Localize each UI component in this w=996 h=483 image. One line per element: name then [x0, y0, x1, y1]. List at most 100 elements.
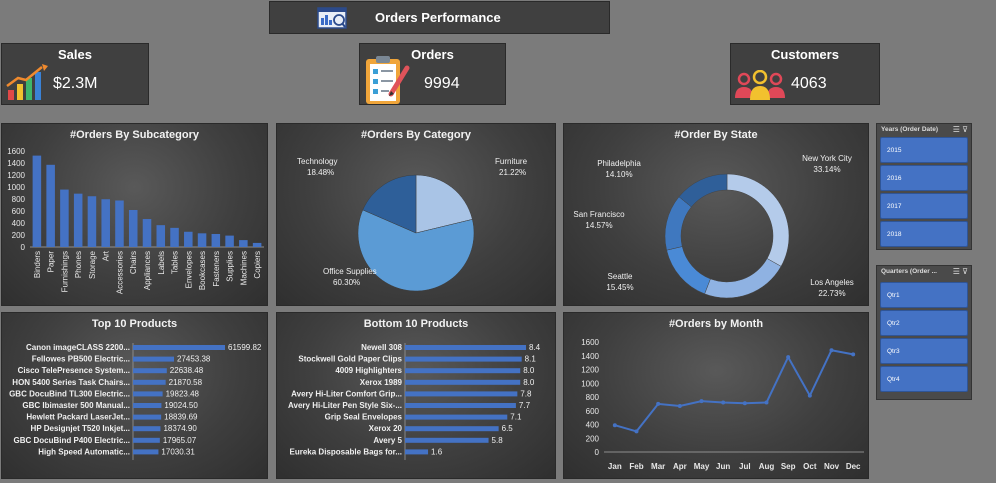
slicer-item-qtr2[interactable]: Qtr2: [880, 310, 968, 336]
slice-percent: 60.30%: [333, 278, 360, 287]
bar: [133, 449, 159, 455]
people-icon: [735, 70, 785, 100]
y-tick-label: 200: [12, 231, 26, 240]
data-label: 1.6: [431, 447, 443, 456]
bar: [133, 426, 161, 432]
x-tick-label: Tables: [171, 251, 180, 274]
data-point: [807, 393, 812, 398]
data-label: 19823.48: [166, 389, 200, 398]
slicer-item-qtr3[interactable]: Qtr3: [880, 338, 968, 364]
slice-label: Technology: [297, 157, 337, 166]
bar: [405, 356, 522, 362]
bar: [133, 356, 175, 362]
data-label: 22638.48: [170, 366, 204, 375]
bar: [405, 403, 516, 408]
bar: [405, 345, 526, 350]
dashboard-icon: [317, 7, 347, 29]
clipboard-icon: [366, 56, 410, 104]
data-label: 18839.69: [164, 413, 198, 422]
bar: [156, 225, 166, 247]
slice-label: San Francisco: [573, 210, 625, 219]
bar: [133, 391, 163, 397]
slicer-clear-filter-icon[interactable]: ☰ ⊽: [953, 125, 968, 134]
data-point: [851, 352, 856, 357]
bar: [87, 196, 97, 247]
donut-slice: [726, 173, 790, 267]
category-label: 4009 Highlighters: [335, 366, 402, 375]
data-point: [677, 403, 682, 408]
donut-slice: [666, 246, 711, 295]
x-tick-label: Jun: [716, 462, 730, 471]
month-line-chart: 1600 1400 1200 1000 800 600 400 200 0 Jan Feb Mar Ap…: [581, 338, 864, 471]
y-tick-label: 400: [586, 421, 600, 430]
y-tick-label: 0: [595, 448, 600, 457]
x-tick-label: Appliances: [143, 251, 152, 290]
slicer-item-2017[interactable]: 2017: [880, 193, 968, 219]
x-tick-label: Nov: [824, 462, 840, 471]
x-tick-label: Paper: [47, 251, 56, 273]
x-tick-label: Jul: [739, 462, 751, 471]
category-pie-chart: Furniture 21.22% Office Supplies 60.30% Tech…: [297, 157, 528, 292]
bar: [405, 437, 489, 443]
x-tick-label: Feb: [629, 462, 643, 471]
donut-slice: [664, 196, 692, 251]
y-tick-label: 0: [21, 243, 26, 252]
x-tick-label: May: [694, 462, 710, 471]
x-tick-label: Oct: [803, 462, 817, 471]
data-label: 8.1: [525, 355, 537, 364]
quarters-slicer-title: Quarters (Order ...: [881, 268, 937, 275]
bar: [252, 242, 262, 247]
x-tick-label: Accessories: [115, 251, 124, 294]
category-label: HON 5400 Series Task Chairs...: [12, 378, 130, 387]
bar: [133, 437, 160, 443]
category-label: Grip Seal Envelopes: [325, 413, 403, 422]
category-label: Newell 308: [361, 343, 402, 352]
slicer-item-2015[interactable]: 2015: [880, 137, 968, 163]
x-tick-label: Phones: [74, 251, 83, 278]
donut-slice: [704, 258, 782, 299]
kpi-customers-title: Customers: [771, 47, 839, 62]
quarters-slicer: Quarters (Order ... ☰ ⊽ Qtr1 Qtr2 Qtr3 Q…: [876, 265, 972, 400]
data-point: [634, 429, 639, 434]
kpi-customers: Customers 4063: [730, 43, 880, 105]
y-tick-label: 200: [586, 434, 600, 443]
dashboard-title: Orders Performance: [375, 10, 501, 25]
kpi-sales-title: Sales: [58, 47, 92, 62]
y-tick-label: 800: [586, 393, 600, 402]
slicer-clear-filter-icon[interactable]: ☰ ⊽: [953, 267, 968, 276]
kpi-sales: Sales $2.3M: [1, 43, 149, 105]
x-tick-label: Copiers: [253, 251, 262, 279]
slice-percent: 33.14%: [813, 165, 840, 174]
data-point: [656, 401, 661, 406]
slicer-item-2016[interactable]: 2016: [880, 165, 968, 191]
bar: [405, 414, 508, 420]
slice-label: Office Supplies: [323, 267, 377, 276]
x-tick-label: Bookcases: [198, 251, 207, 290]
x-tick-label: Supplies: [226, 251, 235, 282]
slice-label: Los Angeles: [810, 278, 854, 287]
data-label: 8.0: [523, 378, 535, 387]
slicer-item-qtr4[interactable]: Qtr4: [880, 366, 968, 392]
y-tick-label: 400: [12, 219, 26, 228]
data-label: 7.8: [520, 389, 532, 398]
slice-percent: 15.45%: [606, 283, 633, 292]
slice-percent: 18.48%: [307, 168, 334, 177]
bar: [405, 391, 518, 397]
slicer-item-qtr1[interactable]: Qtr1: [880, 282, 968, 308]
category-label: Avery Hi-Liter Pen Style Six-...: [288, 401, 402, 410]
state-chart-panel: #Order By State New York City 33.14% Los A…: [563, 123, 869, 306]
bar: [211, 233, 221, 247]
bar: [405, 449, 429, 455]
years-slicer-title: Years (Order Date): [881, 126, 939, 133]
x-tick-label: Storage: [88, 250, 97, 279]
data-label: 27453.38: [177, 355, 211, 364]
bar: [133, 368, 167, 374]
header-bar: Orders Performance: [269, 1, 610, 34]
slice-percent: 14.57%: [585, 221, 612, 230]
y-tick-label: 1600: [7, 147, 25, 156]
slicer-item-2018[interactable]: 2018: [880, 221, 968, 247]
data-label: 18374.90: [163, 424, 197, 433]
years-slicer: Years (Order Date) ☰ ⊽ 2015 2016 2017 20…: [876, 123, 972, 250]
data-point: [764, 400, 769, 405]
kpi-customers-value: 4063: [791, 75, 827, 92]
